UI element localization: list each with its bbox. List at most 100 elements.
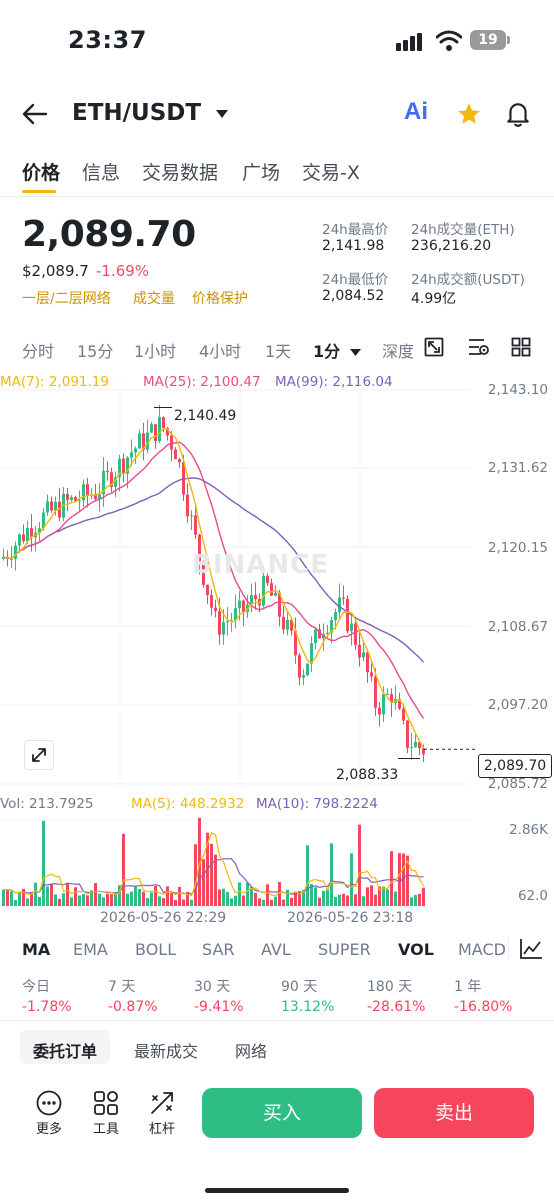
grid-layout-icon[interactable] — [511, 337, 531, 357]
indicator-ma[interactable]: MA — [22, 940, 50, 959]
tab-square[interactable]: 广场 — [242, 158, 280, 185]
volume-bar — [242, 895, 245, 906]
volume-bar — [238, 882, 241, 906]
indicator-avl[interactable]: AVL — [261, 940, 291, 959]
ai-button[interactable]: Ai — [404, 98, 428, 126]
candle-body — [86, 484, 89, 496]
indicator-vol[interactable]: VOL — [398, 940, 434, 959]
tab-trade-data[interactable]: 交易数据 — [142, 158, 218, 185]
chart-settings-icon[interactable] — [468, 337, 490, 357]
interval-1d[interactable]: 1天 — [265, 338, 291, 362]
candle-body — [14, 545, 17, 559]
volume-bar — [178, 886, 181, 906]
leverage-icon[interactable] — [149, 1090, 175, 1116]
perf-value: -9.41% — [194, 999, 244, 1015]
candle-body — [370, 672, 373, 677]
indicator-sar[interactable]: SAR — [202, 940, 235, 959]
leverage-label[interactable]: 杠杆 — [142, 1118, 182, 1137]
tools-icon[interactable] — [93, 1090, 119, 1116]
candle-body — [162, 417, 165, 429]
perf-label: 90 天 — [281, 979, 318, 995]
candle-body — [22, 534, 25, 542]
interval-depth[interactable]: 深度 — [382, 338, 414, 362]
volume-bar — [202, 859, 205, 906]
indicator-super[interactable]: SUPER — [318, 940, 371, 959]
indicator-ema[interactable]: EMA — [73, 940, 108, 959]
current-price-marker[interactable]: 2,089.70 — [478, 754, 552, 778]
indicator-chart-icon[interactable] — [519, 938, 543, 960]
bell-icon[interactable] — [505, 100, 531, 128]
tab-latest-trades[interactable]: 最新成交 — [134, 1038, 198, 1062]
pair-name: ETH/USDT — [72, 100, 202, 126]
vol-usdt-label: 24h成交额(USDT) — [411, 272, 525, 288]
candle-body — [358, 644, 361, 658]
interval-15m[interactable]: 15分 — [77, 338, 113, 362]
y-tick-4: 2,108.67 — [487, 619, 548, 635]
tools-label[interactable]: 工具 — [86, 1118, 126, 1137]
battery-indicator: 19 — [470, 30, 506, 50]
candle-body — [382, 694, 385, 715]
caret-down-icon — [349, 348, 361, 356]
tab-network[interactable]: 网络 — [235, 1038, 267, 1062]
volume-bar — [98, 893, 101, 906]
candle-body — [218, 611, 221, 635]
candle-body — [286, 619, 289, 630]
back-arrow-icon[interactable] — [22, 102, 48, 126]
volume-bar — [50, 883, 53, 906]
tab-open-orders[interactable]: 委托订单 — [33, 1038, 97, 1062]
buy-button[interactable]: 买入 — [202, 1088, 362, 1138]
tag-price-protection[interactable]: 价格保护 — [192, 288, 248, 308]
candle-body — [122, 458, 125, 474]
volume-bar — [78, 895, 81, 906]
expand-chart-button[interactable] — [24, 740, 54, 770]
low-marker-label: 2,088.33 — [336, 767, 399, 783]
volume-bar — [154, 885, 157, 906]
candle-body — [210, 595, 213, 608]
candle-body — [130, 452, 133, 458]
candle-body — [282, 616, 285, 630]
indicator-boll[interactable]: BOLL — [135, 940, 176, 959]
perf-divider — [0, 1020, 554, 1021]
candle-body — [410, 747, 413, 749]
tab-info[interactable]: 信息 — [82, 158, 120, 185]
sell-button[interactable]: 卖出 — [374, 1088, 534, 1138]
price-change: -1.69% — [96, 262, 150, 280]
volume-bar — [374, 894, 377, 906]
more-label[interactable]: 更多 — [29, 1118, 69, 1137]
signal-icon — [396, 33, 422, 51]
interval-1h[interactable]: 1小时 — [134, 338, 176, 362]
pair-selector[interactable]: ETH/USDT — [72, 100, 229, 126]
tag-layer-network[interactable]: 一层/二层网络 — [22, 288, 111, 308]
star-icon[interactable] — [456, 101, 482, 127]
tab-trade-x[interactable]: 交易-X — [302, 158, 360, 185]
candle-body — [270, 583, 273, 596]
fullscreen-icon[interactable] — [424, 337, 444, 357]
volume-bar — [258, 898, 261, 906]
vol-eth-value: 236,216.20 — [411, 238, 492, 254]
caret-down-icon — [216, 109, 229, 118]
volume-bar — [418, 893, 421, 906]
volume-bar — [126, 893, 129, 906]
tab-price[interactable]: 价格 — [22, 158, 60, 185]
interval-4h[interactable]: 4小时 — [199, 338, 241, 362]
candle-body — [226, 621, 229, 623]
more-icon[interactable] — [36, 1090, 62, 1116]
interval-1m[interactable]: 1分 — [313, 338, 361, 362]
volume-bar — [318, 897, 321, 906]
volume-bar — [342, 893, 345, 906]
volume-bar — [194, 844, 197, 906]
perf-label: 180 天 — [367, 979, 413, 995]
volume-bar — [46, 886, 49, 906]
candlestick-chart[interactable] — [0, 380, 554, 800]
candle-body — [374, 676, 377, 708]
volume-bar — [262, 899, 265, 906]
candle-body — [106, 470, 109, 473]
volume-bar — [226, 891, 229, 906]
tag-volume[interactable]: 成交量 — [133, 288, 175, 308]
volume-bar — [230, 898, 233, 906]
volume-bar — [162, 898, 165, 906]
indicator-macd[interactable]: MACD — [458, 940, 506, 959]
volume-bar — [110, 894, 113, 906]
interval-line[interactable]: 分时 — [22, 338, 54, 362]
candle-body — [314, 629, 317, 644]
